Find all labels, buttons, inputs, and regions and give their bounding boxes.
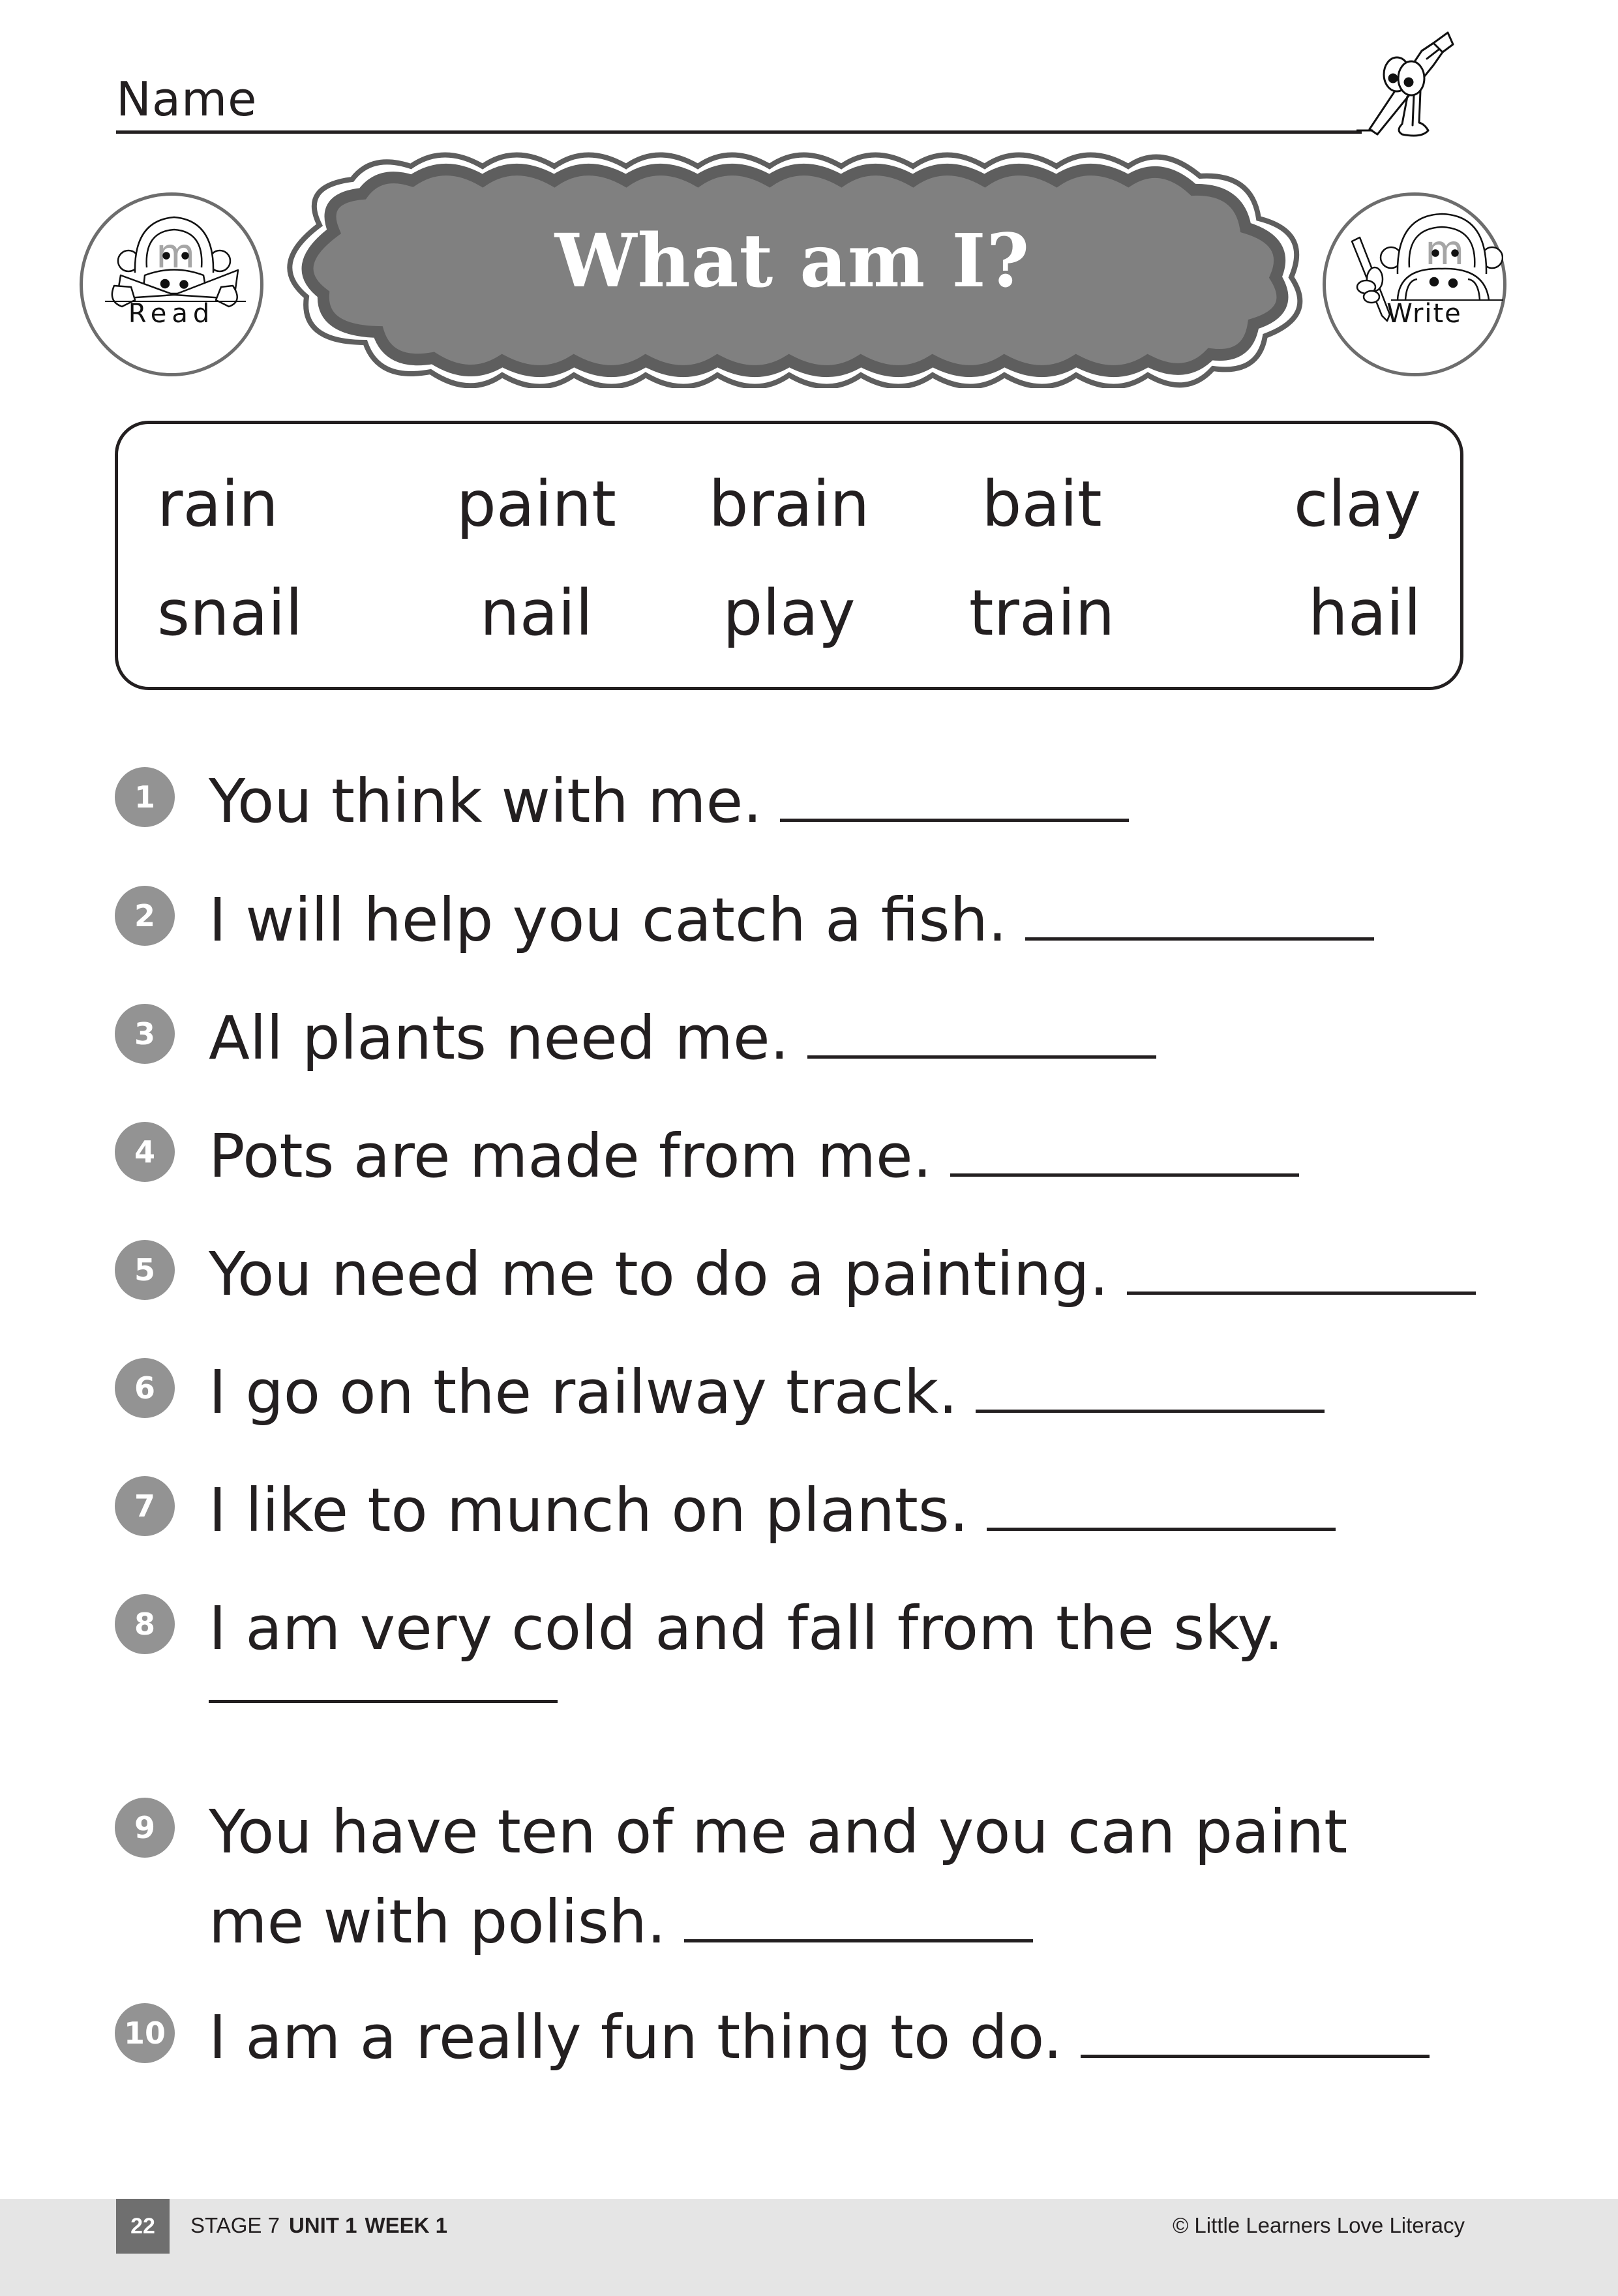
read-label: Read [128,299,215,329]
question-number-badge: 7 [115,1476,175,1536]
word-bank-item: play [723,576,856,650]
question-text: I am a really fun thing to do. [209,2002,1062,2072]
write-label: Write [1386,299,1462,329]
footer-copyright: © Little Learners Love Literacy [1172,2213,1465,2237]
footer-unit: UNIT 1 [288,2213,357,2237]
answer-blank[interactable] [987,1528,1336,1531]
word-bank-item: snail [157,576,303,650]
page-footer: 22 STAGE 7 UNIT 1 WEEK 1 © Little Learners… [0,2199,1618,2296]
answer-blank[interactable] [950,1173,1299,1177]
word-bank-item: paint [456,468,616,541]
question-item: 1 You think with me. [115,757,1130,847]
word-bank-item: brain [708,468,870,541]
question-text: I am very cold and fall from the sky. [209,1594,1283,1663]
footer-stage: STAGE 7 [190,2213,280,2237]
question-item: 5 You need me to do a painting. [115,1230,1476,1320]
question-item: 2 I will help you catch a fish. [115,875,1375,965]
question-item: 10 I am a really fun thing to do. [115,1993,1430,2083]
svg-text:m: m [1425,226,1464,274]
answer-blank[interactable] [1126,1292,1476,1295]
word-bank-item: rain [157,468,278,541]
answer-blank[interactable] [1025,937,1375,941]
word-bank-item: nail [479,576,593,650]
page-title: What am I? [554,218,1030,304]
question-item: 4 Pots are made from me. [115,1111,1299,1201]
question-number-badge: 4 [115,1122,175,1182]
answer-blank[interactable] [780,819,1130,822]
question-item: 9 You have ten of me and you can paint me… [115,1787,1347,1967]
pencil-mascot-icon [1355,20,1454,144]
question-text-line-2: me with polish. [209,1887,667,1957]
question-item: 8 I am very cold and fall from the sky. [115,1584,1283,1703]
question-text-line-1: You have ten of me and you can paint [209,1797,1348,1867]
word-grid: rain paint brain bait clay snail nail pl… [157,450,1421,667]
footer-stage-info: STAGE 7 UNIT 1 WEEK 1 [190,2213,455,2238]
answer-blank[interactable] [807,1055,1156,1059]
word-bank-item: train [968,576,1115,650]
question-text: I will help you catch a fish. [209,885,1008,955]
name-label: Name [116,72,258,127]
title-banner: What am I? [274,147,1311,388]
answer-blank[interactable] [976,1410,1325,1413]
question-text: I go on the railway track. [209,1357,958,1427]
monkey-reading-icon: m [105,216,246,308]
question-number-badge: 1 [115,767,175,827]
question-text: You need me to do a painting. [209,1239,1109,1309]
answer-blank[interactable] [209,1700,558,1703]
question-number-badge: 10 [115,2003,175,2063]
question-number-badge: 8 [115,1594,175,1654]
name-row: Name [116,65,1368,134]
question-item: 7 I like to munch on plants. [115,1466,1336,1556]
question-number-badge: 6 [115,1358,175,1418]
word-bank-item: hail [1308,576,1421,650]
word-bank: rain paint brain bait clay snail nail pl… [115,421,1463,690]
answer-blank[interactable] [684,1939,1034,1942]
word-bank-item: bait [981,468,1102,541]
question-item: 6 I go on the railway track. [115,1348,1325,1438]
answer-blank[interactable] [1080,2055,1430,2058]
question-text: You think with me. [209,766,762,836]
question-text: I like to munch on plants. [209,1475,969,1545]
question-number-badge: 9 [115,1798,175,1858]
write-badge: m Write [1323,192,1506,376]
name-input-line[interactable] [116,130,1362,134]
read-badge: m Read [80,192,263,376]
question-number-badge: 5 [115,1240,175,1300]
question-number-badge: 3 [115,1004,175,1064]
footer-week: WEEK 1 [365,2213,447,2237]
page-number: 22 [116,2199,170,2254]
question-item: 3 All plants need me. [115,993,1156,1083]
question-text: Pots are made from me. [209,1121,932,1191]
word-bank-item: clay [1293,468,1421,541]
question-text: All plants need me. [209,1003,789,1073]
question-number-badge: 2 [115,886,175,946]
